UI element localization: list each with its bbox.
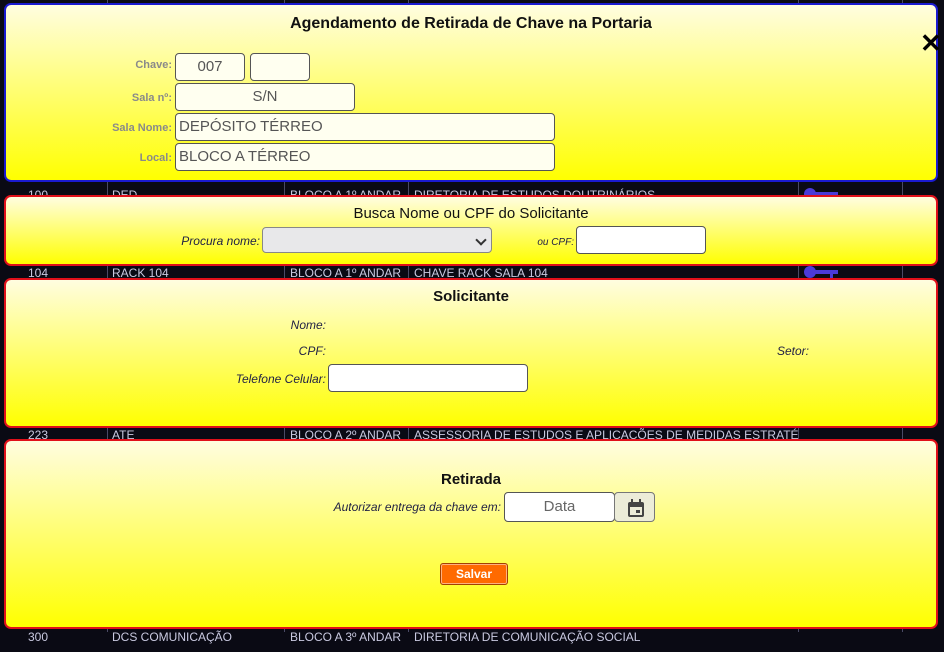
row-description: DIRETORIA DE COMUNICAÇÃO SOCIAL <box>414 630 641 644</box>
sala-number-label: Sala nº: <box>131 92 172 104</box>
search-title: Busca Nome ou CPF do Solicitante <box>353 205 589 222</box>
chevron-down-icon <box>475 234 487 246</box>
chave-suffix-field[interactable] <box>250 53 310 81</box>
procura-nome-select[interactable] <box>262 227 492 253</box>
nome-label: Nome: <box>290 318 326 332</box>
row-number: 300 <box>28 630 49 644</box>
procura-nome-label: Procura nome: <box>181 234 260 248</box>
autorizar-label: Autorizar entrega da chave em: <box>333 500 501 514</box>
sala-nome-label: Sala Nome: <box>112 122 172 134</box>
key-info-panel: Agendamento de Retirada de Chave na Port… <box>4 3 942 182</box>
chave-label: Chave: <box>135 59 172 71</box>
setor-label: Setor: <box>776 344 809 358</box>
row-local: BLOCO A 3º ANDAR <box>290 630 402 644</box>
page-title: Agendamento de Retirada de Chave na Port… <box>290 15 652 32</box>
calendar-icon <box>628 499 644 517</box>
requester-panel: Solicitante Nome: CPF: Setor: Telefone C… <box>4 278 938 428</box>
sala-number-field[interactable]: S/N <box>175 83 355 111</box>
table-row[interactable]: 300 DCS COMUNICAÇÃO BLOCO A 3º ANDAR DIR… <box>0 626 944 652</box>
sala-nome-field[interactable]: DEPÓSITO TÉRREO <box>175 113 555 141</box>
pickup-panel: Retirada Autorizar entrega da chave em: … <box>4 439 938 629</box>
telefone-input[interactable] <box>328 364 528 392</box>
chave-number-field[interactable]: 007 <box>175 53 245 81</box>
cpf-search-input[interactable] <box>576 226 706 254</box>
close-icon[interactable]: ✕ <box>920 30 942 56</box>
save-button[interactable]: Salvar <box>440 563 508 585</box>
local-label: Local: <box>139 152 172 164</box>
calendar-button[interactable] <box>614 492 655 522</box>
pickup-title: Retirada <box>440 471 502 488</box>
row-name: DCS COMUNICAÇÃO <box>112 630 233 644</box>
date-input[interactable]: Data <box>504 492 615 522</box>
telefone-label: Telefone Celular: <box>235 372 326 386</box>
requester-title: Solicitante <box>433 288 509 305</box>
cpf-search-label: ou CPF: <box>537 237 574 248</box>
search-panel: Busca Nome ou CPF do Solicitante Procura… <box>4 195 938 266</box>
local-field[interactable]: BLOCO A TÉRREO <box>175 143 555 171</box>
cpf-label: CPF: <box>298 344 326 358</box>
